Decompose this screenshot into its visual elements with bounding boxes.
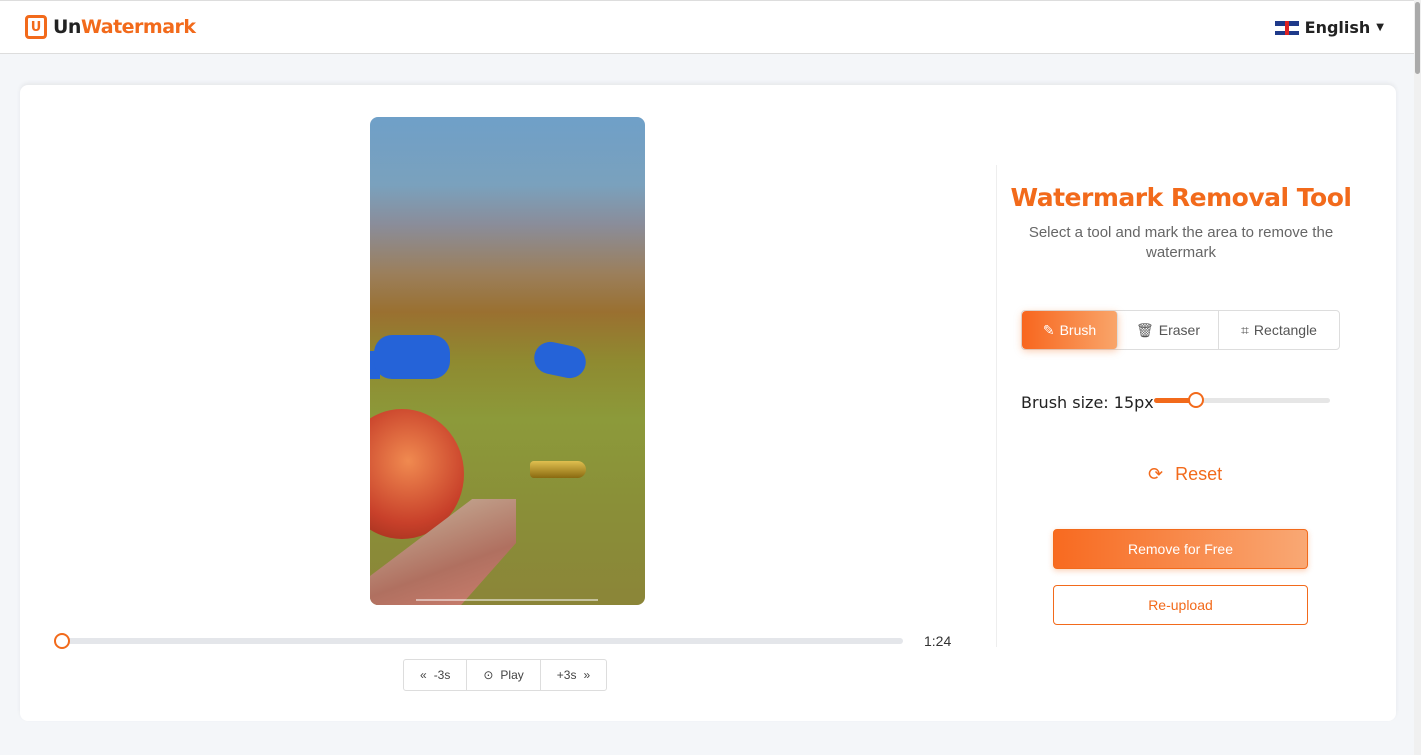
language-selector[interactable]: English ▼ (1274, 18, 1384, 37)
brand-name: UnWatermark (53, 16, 196, 38)
tool-rectangle[interactable]: ⌗ Rectangle (1219, 311, 1339, 349)
refresh-icon: ⟳ (1148, 464, 1164, 484)
remove-for-free-button[interactable]: Remove for Free (1053, 529, 1308, 569)
brush-size-slider[interactable] (1154, 392, 1330, 408)
trash-icon: 🗑 (1135, 321, 1154, 338)
editor-card: 1:24 « -3s ⊙ Play +3s » Watermark Removal T… (20, 85, 1396, 721)
progress-thumb[interactable] (54, 633, 70, 649)
tool-label: Brush (1059, 322, 1097, 338)
tool-brush[interactable]: ✎ Brush (1022, 311, 1118, 349)
forward-3s-button[interactable]: +3s » (541, 660, 606, 690)
tool-eraser[interactable]: 🗑 Eraser (1118, 311, 1219, 349)
play-label: Play (500, 668, 524, 682)
caret-down-icon: ▼ (1376, 22, 1384, 33)
uk-flag-icon (1274, 20, 1299, 35)
current-time: 1:24 (924, 633, 952, 649)
forward-label: +3s (556, 668, 577, 682)
double-chevron-left-icon: « (420, 668, 427, 682)
crop-icon: ⌗ (1241, 321, 1249, 338)
tool-selector: ✎ Brush 🗑 Eraser ⌗ Rectangle (1021, 310, 1340, 350)
back-3s-button[interactable]: « -3s (404, 660, 468, 690)
reset-button[interactable]: ⟳ Reset (1148, 464, 1222, 485)
tool-title: Watermark Removal Tool (1010, 183, 1352, 212)
back-label: -3s (433, 668, 451, 682)
playback-controls: « -3s ⊙ Play +3s » (403, 659, 608, 691)
divider (996, 165, 997, 647)
brand-suffix: Watermark (80, 16, 196, 38)
tool-label: Rectangle (1253, 322, 1317, 338)
language-label: English (1304, 18, 1371, 37)
brush-size-label: Brush size: 15px (1021, 393, 1154, 412)
reupload-button[interactable]: Re-upload (1053, 585, 1308, 625)
double-chevron-right-icon: » (583, 668, 591, 682)
video-progress-slider[interactable] (54, 633, 903, 649)
scrollbar[interactable] (1414, 0, 1421, 755)
logo-icon: U (25, 15, 47, 39)
brush-mask (531, 338, 589, 382)
pencil-icon: ✎ (1042, 321, 1055, 338)
scrollbar-thumb[interactable] (1415, 2, 1420, 74)
play-button[interactable]: ⊙ Play (467, 660, 541, 690)
brand-prefix: Un (53, 16, 81, 38)
play-circle-icon: ⊙ (483, 668, 494, 682)
video-home-bar (416, 599, 598, 601)
brush-mask (374, 335, 450, 379)
reset-label: Reset (1175, 464, 1223, 484)
logo[interactable]: U UnWatermark (25, 15, 196, 39)
tool-label: Eraser (1158, 322, 1200, 338)
tool-subtitle: Select a tool and mark the area to remov… (1028, 224, 1334, 261)
header: U UnWatermark English ▼ (0, 0, 1414, 54)
slider-thumb[interactable] (1188, 392, 1205, 408)
video-canvas[interactable] (370, 117, 645, 605)
video-bullet (530, 461, 586, 478)
